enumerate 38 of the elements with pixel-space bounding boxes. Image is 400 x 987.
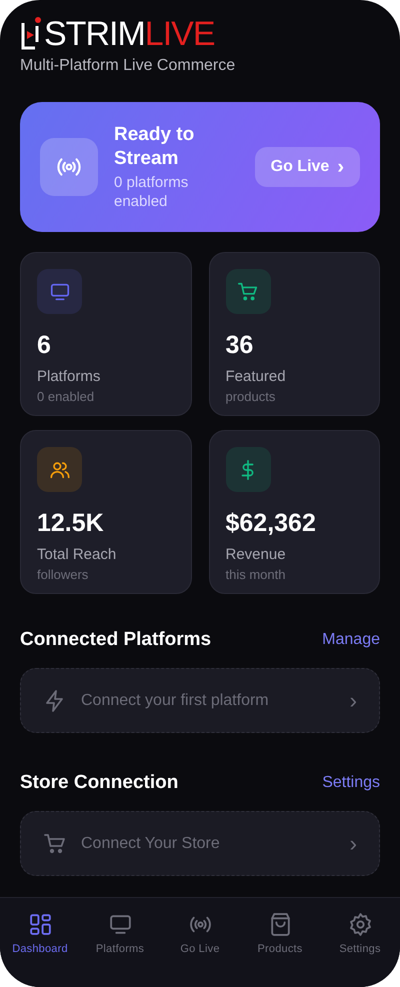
stat-value: $62,362 [226, 508, 317, 538]
nav-tab[interactable]: Platforms [80, 912, 160, 987]
section-link[interactable]: Settings [322, 774, 380, 792]
stat-label: Total Reach [37, 546, 118, 563]
section-link[interactable]: Manage [322, 631, 380, 649]
section-title: Connected Platforms [20, 629, 212, 651]
stat-sublabel: followers [37, 567, 90, 582]
stat-value: 36 [226, 330, 254, 360]
tagline: Multi-Platform Live Commerce [20, 57, 236, 75]
grid-icon [28, 912, 52, 937]
cart-icon [43, 832, 67, 856]
empty-state-text: Connect your first platform [81, 692, 270, 710]
banner-subtitle: 0 platforms enabled [114, 173, 190, 211]
nav-tab[interactable]: Settings [320, 912, 400, 987]
nav-tab[interactable]: Go Live [160, 912, 240, 987]
stat-label: Platforms [37, 368, 102, 385]
stat-label: Revenue [226, 546, 287, 563]
stat-sublabel: this month [226, 567, 286, 582]
monitor-icon [108, 912, 132, 937]
stat-label: Featured [226, 368, 287, 385]
stat-sublabel: products [226, 389, 276, 404]
settings-icon [348, 912, 372, 937]
go-live-button[interactable]: Go Live › [254, 147, 360, 187]
chevron-icon: › [350, 830, 357, 856]
stat-value: 12.5K [37, 508, 105, 538]
stat-sublabel: 0 enabled [37, 389, 96, 404]
empty-state-row[interactable]: Connect Your Store › [20, 811, 380, 876]
logo-icon [20, 17, 42, 51]
banner-title: Ready to Stream [114, 123, 196, 171]
empty-state-row[interactable]: Connect your first platform › [20, 668, 380, 733]
chevron-icon: › [350, 688, 357, 714]
nav-tab[interactable]: Dashboard [0, 912, 80, 987]
nav-tab[interactable]: Products [240, 912, 320, 987]
brand-logo: STRIMLIVE [44, 16, 214, 52]
section-title: Store Connection [20, 772, 178, 794]
empty-state-text: Connect Your Store [81, 834, 221, 852]
cart-icon [237, 280, 259, 302]
stat-value: 6 [37, 330, 52, 360]
